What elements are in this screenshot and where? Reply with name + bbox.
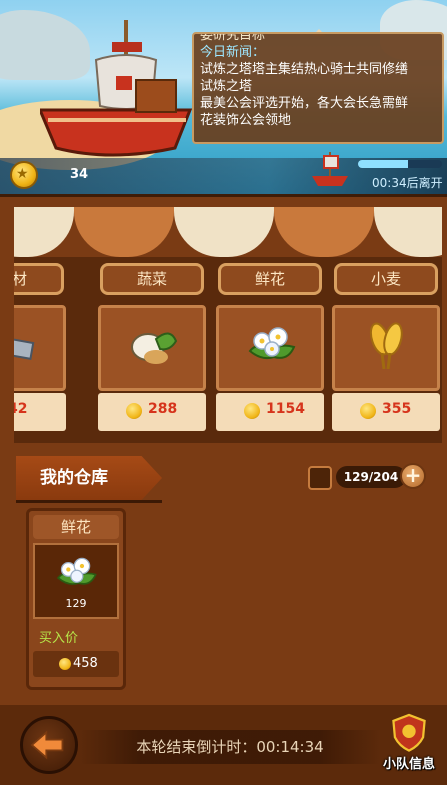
inventory-item-name: 鲜花	[33, 515, 119, 539]
stall-flower[interactable]: 鲜花 1154	[214, 257, 326, 443]
stall-vegetable[interactable]: 蔬菜 288	[96, 257, 208, 443]
stone-icon	[14, 333, 35, 360]
news-line: 试炼之塔塔主集结热心骑士共同修缮	[200, 62, 409, 77]
coin-icon	[59, 658, 71, 670]
inventory-item-flower[interactable]: 鲜花 129 买入价 458	[26, 508, 126, 690]
trade-ship[interactable]	[40, 20, 200, 170]
stall-label: 石材	[14, 263, 64, 295]
departure-progress-fill	[358, 160, 409, 168]
price-value: 42	[14, 401, 28, 417]
buy-price-label: 买入价	[39, 631, 79, 646]
flower-icon	[56, 557, 97, 585]
departure-timer: 00:34后离开	[372, 176, 443, 190]
flower-icon	[248, 327, 296, 360]
back-button[interactable]	[20, 716, 78, 774]
news-title-cut: 委研究目标	[200, 34, 266, 43]
stall-price: 355	[332, 393, 440, 431]
inventory-slot: 129	[33, 543, 119, 619]
vegetable-icon	[131, 332, 178, 364]
warehouse-icon	[308, 466, 332, 490]
stall-stone[interactable]: 石材 42	[14, 257, 68, 443]
team-info-label: 小队信息	[382, 757, 435, 772]
buy-price-value: 458	[73, 656, 98, 671]
expand-warehouse-button[interactable]: +	[400, 463, 426, 489]
price-value: 355	[382, 401, 412, 417]
news-line: 花装饰公会领地	[200, 113, 292, 128]
news-line: 最美公会评选开始，各大会长急需鲜	[200, 96, 409, 111]
warehouse-title-shadow	[16, 500, 162, 503]
warehouse-capacity: 129/204	[336, 466, 406, 488]
stall-label: 鲜花	[218, 263, 322, 295]
warehouse-title: 我的仓库	[16, 456, 162, 500]
stall-price: 1154	[216, 393, 324, 431]
coin-icon	[126, 403, 142, 419]
wheat-icon	[369, 322, 403, 370]
stall-price: 288	[98, 393, 206, 431]
team-shield-icon	[392, 713, 426, 752]
ship-icon	[312, 152, 348, 186]
inventory-quantity: 129	[65, 597, 87, 610]
news-line: 试炼之塔	[200, 79, 253, 94]
stall-awning	[14, 207, 442, 257]
buy-price: 458	[33, 651, 119, 677]
departure-progress	[358, 160, 442, 168]
market-stalls: 石材 42 蔬菜 288 鲜花	[14, 257, 442, 443]
coin-icon	[244, 403, 260, 419]
stall-price: 42	[14, 393, 66, 431]
stall-wheat[interactable]: 小麦 355	[330, 257, 442, 443]
price-value: 1154	[266, 401, 305, 417]
news-heading: 今日新闻：	[200, 45, 266, 60]
stall-label: 小麦	[334, 263, 438, 295]
back-arrow-icon	[30, 730, 64, 760]
price-value: 288	[148, 401, 178, 417]
coin-icon	[360, 403, 376, 419]
coin-count: 34	[70, 167, 89, 182]
stall-label: 蔬菜	[100, 263, 204, 295]
news-panel: 委研究目标 今日新闻： 试炼之塔塔主集结热心骑士共同修缮 试炼之塔 最美公会评选…	[192, 32, 444, 144]
round-countdown: 本轮结束倒计时：00:14:34	[80, 730, 380, 764]
star-icon: ★	[16, 166, 29, 182]
